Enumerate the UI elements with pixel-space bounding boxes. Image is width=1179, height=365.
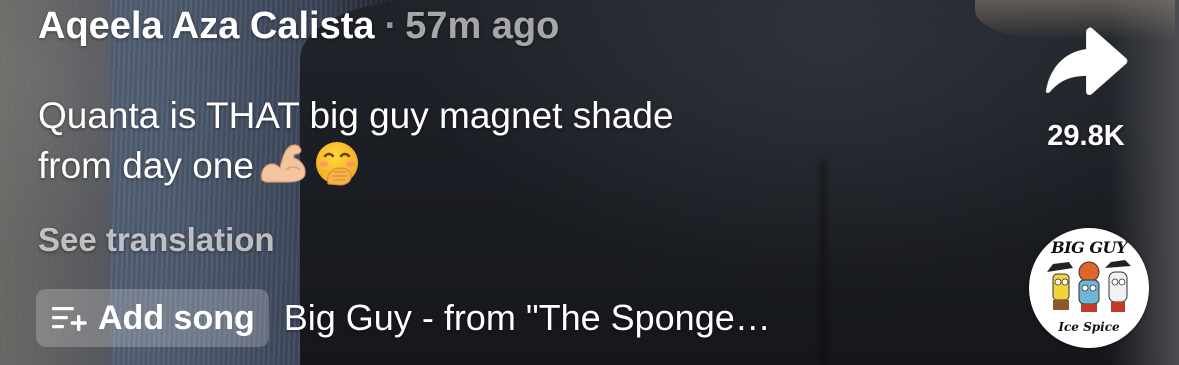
share-button[interactable]: 29.8K [1036,22,1136,152]
separator-dot: · [384,5,398,47]
album-art-characters [1047,260,1131,312]
face-with-hand-over-mouth-icon [315,142,358,186]
post-time-ago: 57m ago [405,5,560,47]
post-caption[interactable]: Quanta is THAT big guy magnet shade from… [38,92,858,190]
see-translation-link[interactable]: See translation [38,218,275,262]
add-song-label: Add song [98,298,255,337]
sound-disc[interactable]: BIG GUY Ice Spice [1029,228,1149,348]
caption-line-2: from day one [38,145,254,186]
caption-line-1: Quanta is THAT big guy magnet shade [38,95,674,136]
background-fold [820,160,826,365]
playlist-add-icon [52,307,87,331]
share-arrow-icon [1045,26,1128,96]
share-count: 29.8K [1047,120,1125,152]
username[interactable]: Aqeela Aza Calista [38,5,375,47]
song-title[interactable]: Big Guy - from "The Sponge… [284,297,771,339]
post-header: Aqeela Aza Calista · 57m ago [38,2,559,50]
disc-bottom-text: Ice Spice [1058,320,1120,334]
video-frame[interactable]: Aqeela Aza Calista · 57m ago Quanta is THA… [0,0,1179,365]
music-row: Add song Big Guy - from "The Sponge… [36,289,771,347]
add-song-button[interactable]: Add song [36,289,269,347]
flexed-biceps-icon [260,144,306,183]
disc-top-text: BIG GUY [1051,238,1127,257]
